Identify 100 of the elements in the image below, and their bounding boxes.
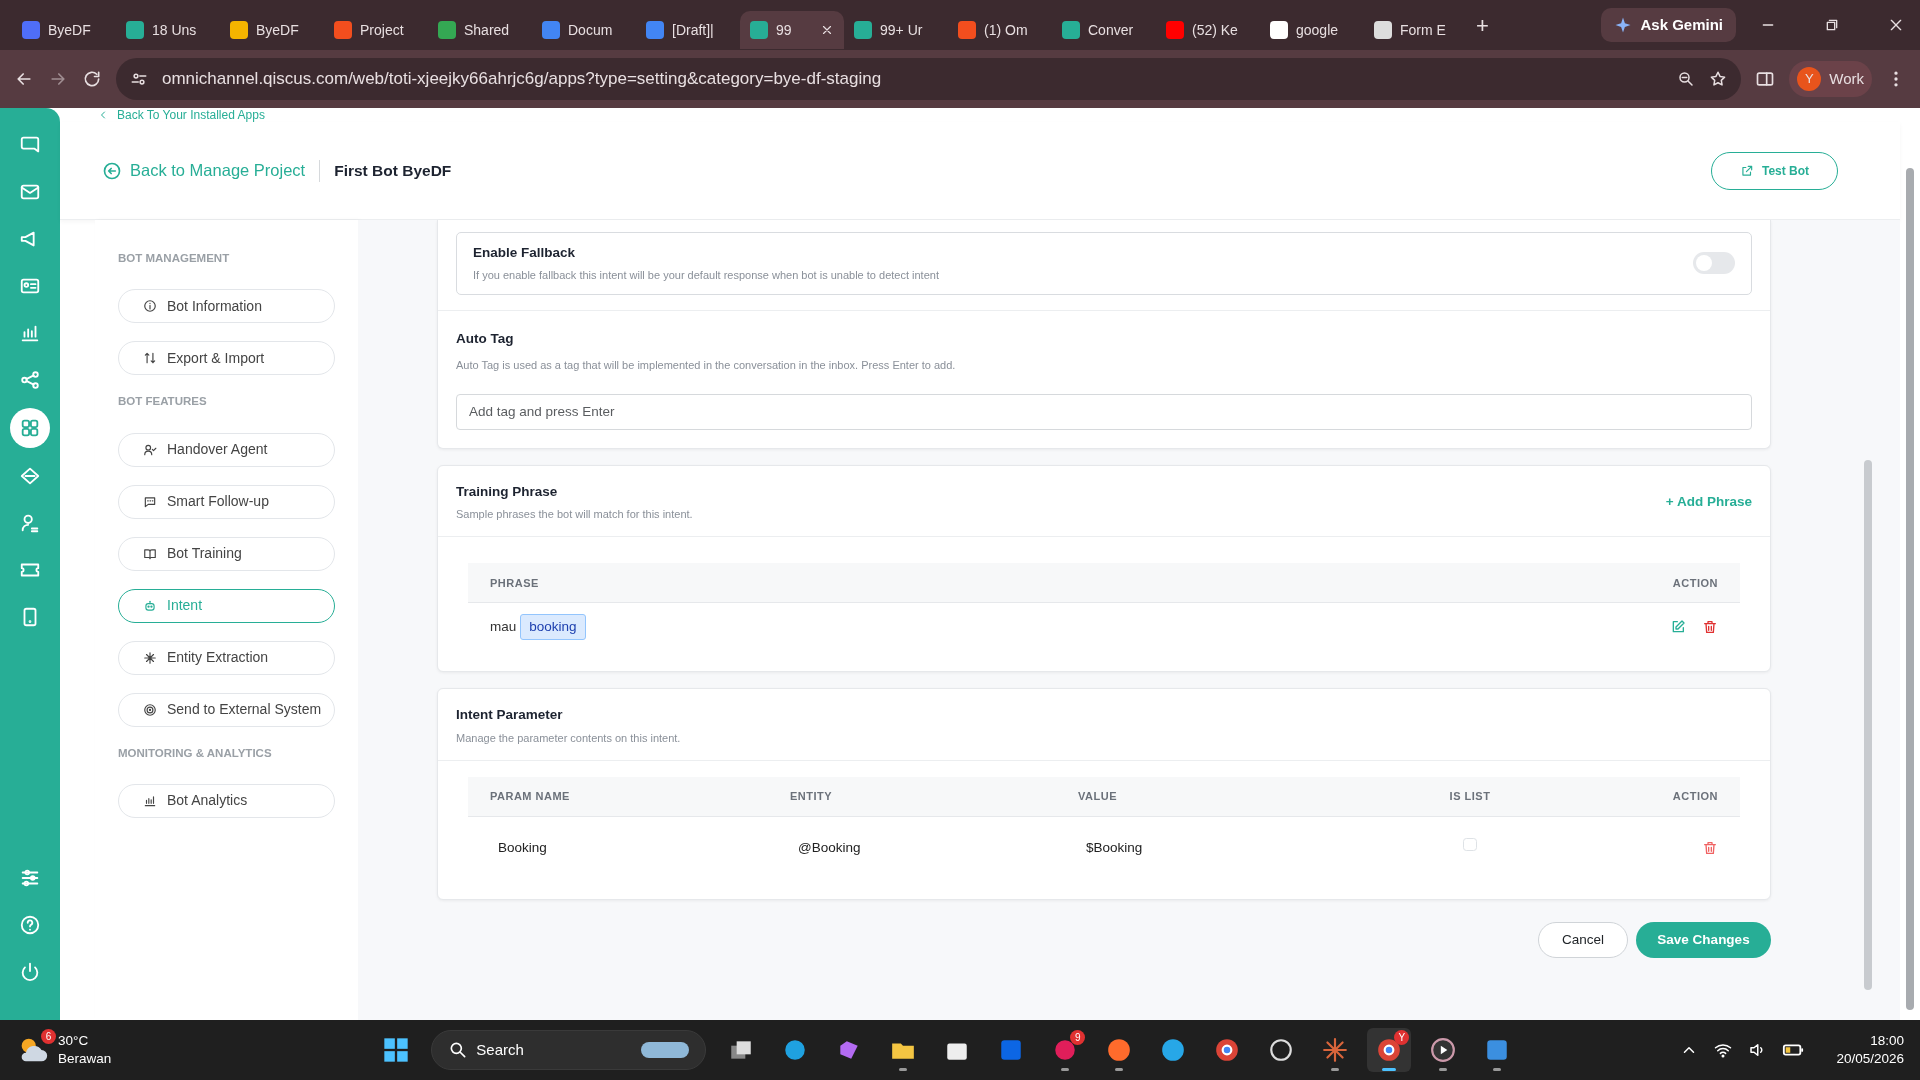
bar-chart-icon — [143, 793, 157, 808]
chat-bubble-icon — [143, 494, 157, 509]
browser-tab[interactable]: ByeDF — [220, 11, 324, 49]
column-header: VALUE — [1078, 789, 1118, 805]
starburst-icon — [1322, 1037, 1349, 1063]
user-check-icon — [143, 442, 157, 457]
new-tab-button[interactable]: + — [1476, 8, 1489, 42]
browser-tab[interactable]: Shared — [428, 11, 532, 49]
reload-icon[interactable] — [82, 69, 102, 89]
browser-tab[interactable]: Conver — [1052, 11, 1156, 49]
profile-button[interactable]: Y Work — [1789, 61, 1872, 97]
section-description: If you enable fallback this intent will be your default response when bot is unable to detect intent — [473, 268, 940, 284]
clock[interactable]: 18:00 20/05/2026 — [1836, 1031, 1904, 1069]
section-description: Sample phrases the bot will match for this intent. — [456, 506, 694, 522]
column-header: ACTION — [1671, 789, 1718, 805]
sliders-icon — [19, 867, 41, 889]
column-header: PARAM NAME — [490, 789, 571, 805]
browser-tab[interactable]: 99+ Ur — [844, 11, 948, 49]
browser-tab[interactable]: [Draft]| — [636, 11, 740, 49]
phrase-text: mau — [490, 618, 517, 637]
apps-grid-nav-item[interactable] — [10, 408, 50, 448]
windows-logo-icon — [382, 1036, 411, 1064]
notification-badge: 9 — [1070, 1030, 1086, 1045]
delete-icon[interactable] — [1702, 840, 1718, 857]
taskbar-app[interactable]: 9 — [1043, 1028, 1088, 1072]
browser-tab[interactable]: ByeDF — [12, 11, 116, 49]
cancel-button[interactable]: Cancel — [1538, 922, 1628, 958]
menu-item[interactable]: Bot Information — [118, 289, 335, 324]
wifi-icon[interactable] — [1714, 1041, 1733, 1059]
help-icon — [19, 914, 41, 936]
table-cell-text: @Booking — [797, 838, 862, 857]
date-text: 20/05/2026 — [1836, 1050, 1904, 1068]
share-nodes-icon — [19, 369, 41, 391]
scrollbar[interactable] — [1864, 460, 1872, 990]
swap-arrows-icon — [143, 351, 157, 366]
delete-icon[interactable] — [1702, 619, 1718, 636]
menu-item[interactable]: Bot Training — [118, 536, 335, 571]
browser-tab[interactable]: Project — [324, 11, 428, 49]
apps-grid-icon — [19, 417, 41, 439]
section-title: Auto Tag — [456, 329, 515, 348]
section-title: Intent Parameter — [456, 706, 564, 725]
bookmark-star-icon[interactable] — [1709, 70, 1728, 88]
menu-item[interactable]: Bot Analytics — [118, 783, 335, 818]
zoom-icon[interactable] — [1677, 70, 1696, 88]
section-title: Enable Fallback — [473, 244, 577, 262]
browser-tab[interactable]: Docum — [532, 11, 636, 49]
column-header: ACTION — [1672, 575, 1718, 591]
menu-item[interactable]: Send to External System — [118, 692, 335, 727]
tag-input-field[interactable]: Add tag and press Enter — [456, 393, 1752, 430]
sparkle-icon — [143, 650, 157, 665]
external-link-icon — [1739, 163, 1754, 178]
browser-tab[interactable]: (1) Om — [948, 11, 1052, 49]
browser-tab[interactable]: (52) Ke — [1156, 11, 1260, 49]
site-settings-icon — [130, 70, 148, 88]
section-heading: BOT FEATURES — [118, 394, 208, 410]
search-field[interactable]: Search — [431, 1030, 707, 1070]
weather-description: Berawan — [58, 1050, 112, 1068]
browser-tab[interactable]: Form E — [1364, 11, 1468, 49]
back-circle-icon — [102, 160, 122, 181]
side-panel-icon[interactable] — [1755, 69, 1776, 89]
close-icon[interactable] — [1888, 17, 1904, 33]
section-title: Training Phrase — [456, 482, 559, 501]
column-header: ENTITY — [790, 789, 834, 805]
address-bar[interactable]: omnichannel.qiscus.com/web/toti-xjeejky66ahrjc6g/apps?type=setting&category=bye-df-staging — [116, 58, 1742, 100]
browser-tab[interactable]: 99 — [740, 11, 844, 49]
info-icon — [143, 299, 157, 314]
profile-label: Work — [1829, 68, 1864, 89]
user-icon — [19, 512, 41, 534]
section-heading: MONITORING & ANALYTICS — [118, 745, 273, 761]
taskbar-app[interactable]: Y — [1367, 1028, 1412, 1072]
browser-tab[interactable]: google — [1260, 11, 1364, 49]
play-circle-icon — [1430, 1037, 1457, 1063]
menu-item[interactable]: Export & Import — [118, 341, 335, 376]
menu-item[interactable]: Entity Extraction — [118, 640, 335, 675]
url-text: omnichannel.qiscus.com/web/toti-xjeejky66ahrjc6g/apps?type=setting&category=bye-df-staging — [162, 68, 882, 91]
is-list-checkbox[interactable] — [1463, 837, 1477, 852]
menu-item[interactable]: Handover Agent — [118, 432, 335, 467]
toggle-switch[interactable] — [1693, 252, 1735, 275]
page-title: First Bot ByeDF — [334, 160, 452, 181]
restore-icon[interactable] — [1824, 17, 1840, 33]
search-placeholder: Search — [476, 1039, 524, 1060]
scrollbar[interactable] — [1906, 168, 1914, 1010]
column-header: PHRASE — [490, 575, 539, 591]
table-cell-text: $Booking — [1085, 838, 1144, 857]
time-text: 18:00 — [1869, 1031, 1904, 1050]
column-header: IS LIST — [1448, 789, 1492, 805]
avatar-initial: Y — [1797, 67, 1822, 91]
robot-icon — [143, 598, 157, 613]
section-description: Auto Tag is used as a tag that will be implemented in the conversation in the inbox. Press Enter to add. — [456, 358, 957, 373]
temperature-text: 30°C — [58, 1032, 90, 1050]
book-icon — [143, 546, 157, 561]
close-icon[interactable] — [820, 23, 834, 37]
menu-item[interactable]: Smart Follow-up — [118, 484, 335, 519]
ask-gemini-button[interactable]: Ask Gemini — [1601, 8, 1736, 42]
section-heading: BOT MANAGEMENT — [118, 251, 231, 266]
power-icon — [19, 961, 41, 983]
browser-tab[interactable]: 18 Uns — [116, 11, 220, 49]
section-description: Manage the parameter contents on this intent. — [456, 730, 682, 746]
entity-tag[interactable]: booking — [520, 614, 586, 641]
target-icon — [143, 702, 157, 717]
